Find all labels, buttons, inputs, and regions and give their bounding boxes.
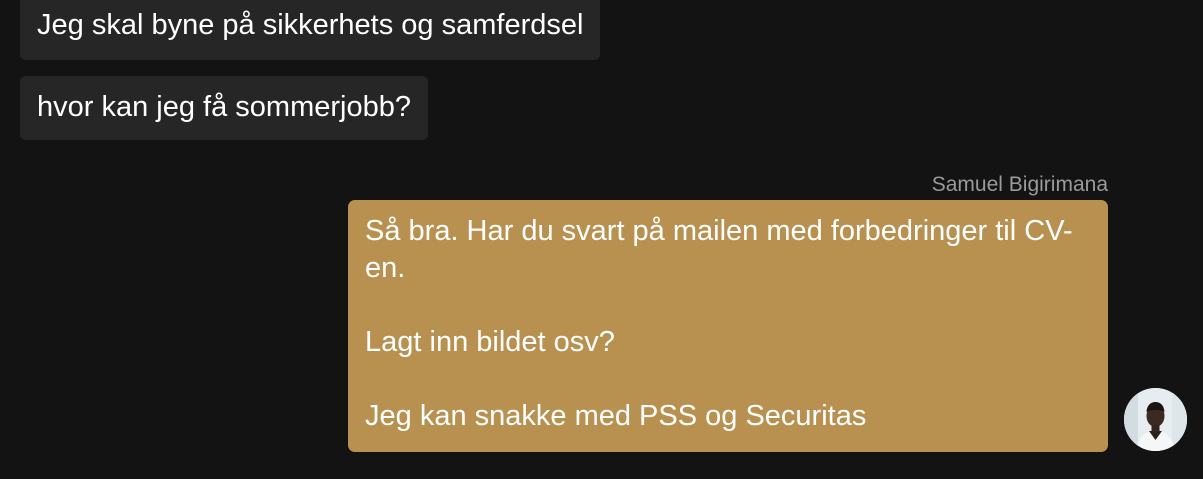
message-text: Jeg skal byne på sikkerhets og samferdse… <box>37 9 584 41</box>
message-text: hvor kan jeg få sommerjobb? <box>37 91 411 123</box>
outgoing-message-bubble[interactable]: Så bra. Har du svart på mailen med forbe… <box>348 200 1108 452</box>
sender-avatar[interactable] <box>1124 388 1187 451</box>
chat-thread: Jeg skal byne på sikkerhets og samferdse… <box>0 0 1203 479</box>
sender-name: Samuel Bigirimana <box>931 173 1108 196</box>
message-paragraph: Lagt inn bildet osv? <box>365 326 615 358</box>
user-photo-avatar-icon <box>1124 388 1187 451</box>
incoming-message-bubble[interactable]: Jeg skal byne på sikkerhets og samferdse… <box>20 0 601 60</box>
message-paragraph: Så bra. Har du svart på mailen med forbe… <box>365 215 1073 284</box>
incoming-message-bubble[interactable]: hvor kan jeg få sommerjobb? <box>20 76 428 140</box>
message-paragraph: Jeg kan snakke med PSS og Securitas <box>365 400 867 432</box>
